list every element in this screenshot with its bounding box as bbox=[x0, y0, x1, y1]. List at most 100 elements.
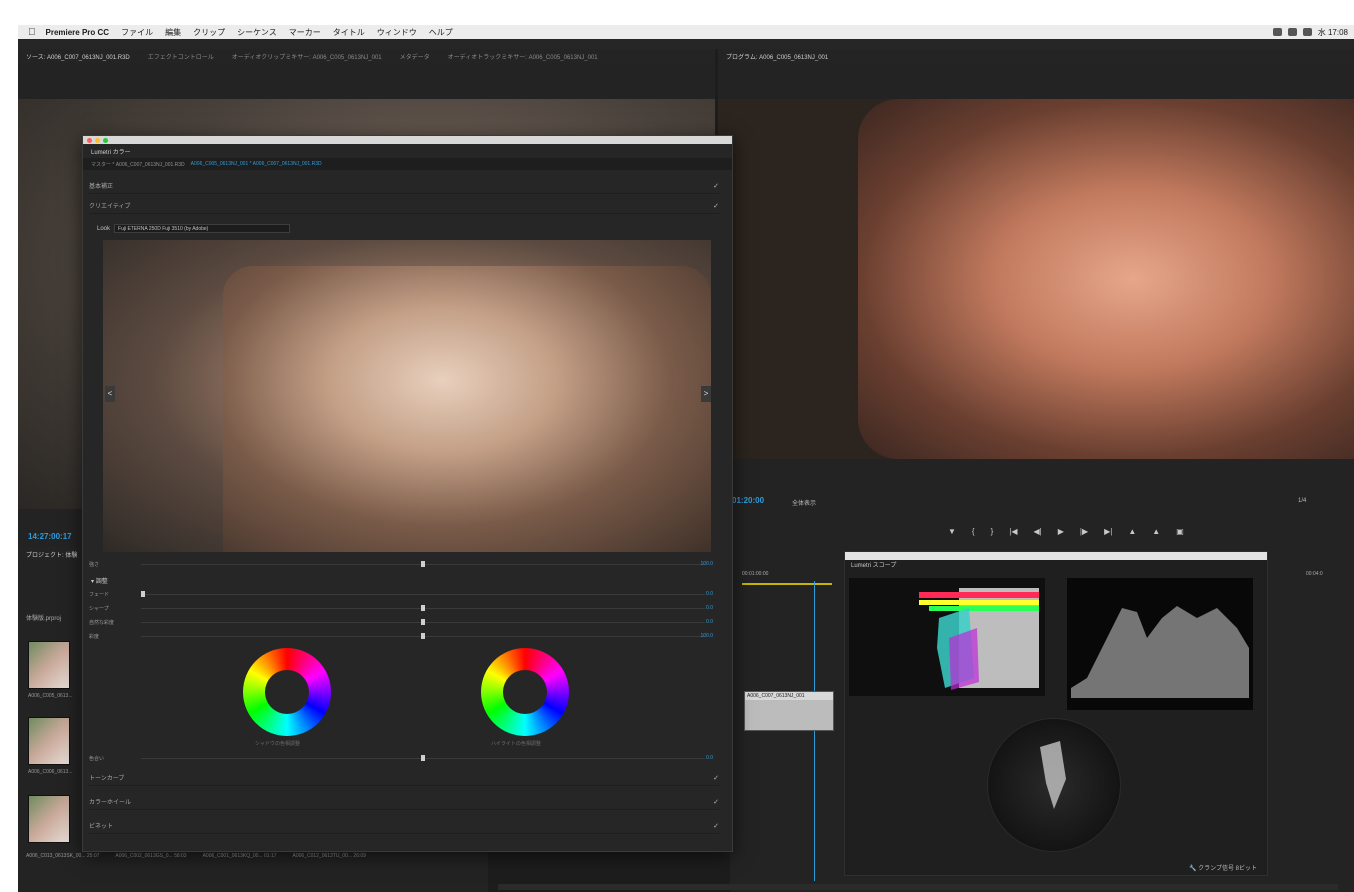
checkmark-icon[interactable]: ✓ bbox=[713, 798, 719, 806]
horizontal-scrollbar[interactable] bbox=[498, 884, 1338, 890]
vectorscope-graphic bbox=[1040, 741, 1066, 809]
bit-depth-select[interactable]: 8ビット bbox=[1236, 866, 1257, 872]
menu-title[interactable]: タイトル bbox=[333, 27, 365, 38]
section-basic-correction[interactable]: 基本補正 ✓ bbox=[89, 178, 719, 194]
slider-knob[interactable] bbox=[421, 605, 425, 611]
project-clip-thumb[interactable] bbox=[28, 641, 70, 689]
slider-value[interactable]: 0.0 bbox=[706, 619, 713, 625]
saturation-slider[interactable]: 彩度 100.0 bbox=[89, 632, 719, 642]
look-dropdown[interactable]: Fuji ETERNA 250D Fuji 3510 (by Adobe) bbox=[114, 224, 291, 233]
program-timecode[interactable]: 01:20:00 bbox=[732, 496, 764, 505]
go-to-out-icon[interactable]: ▶| bbox=[1104, 527, 1112, 536]
highlight-tint-wheel[interactable] bbox=[481, 648, 569, 736]
tab-effect-controls[interactable]: エフェクトコントロール bbox=[148, 52, 214, 61]
tab-project[interactable]: プロジェクト: 体験 bbox=[26, 550, 77, 559]
next-look-button[interactable]: > bbox=[701, 386, 711, 402]
zoom-select[interactable]: 全体表示 bbox=[792, 498, 816, 507]
slider-knob[interactable] bbox=[421, 755, 425, 761]
section-tone-curve[interactable]: トーンカーブ ✓ bbox=[89, 770, 719, 786]
source-timecode[interactable]: 14:27:00:17 bbox=[28, 532, 72, 541]
wifi-icon[interactable] bbox=[1287, 28, 1297, 36]
menu-edit[interactable]: 編集 bbox=[165, 27, 181, 38]
tab-metadata[interactable]: メタデータ bbox=[400, 52, 430, 61]
step-forward-icon[interactable]: |▶ bbox=[1080, 527, 1088, 536]
apple-icon[interactable]:  bbox=[28, 27, 36, 38]
app-menu[interactable]: Premiere Pro CC bbox=[46, 28, 110, 37]
slider-value[interactable]: 0.0 bbox=[706, 591, 713, 597]
go-to-in-icon[interactable]: |◀ bbox=[1009, 527, 1017, 536]
project-clip-label[interactable]: A006_C001_0613KQ_00... 01:17 bbox=[203, 853, 277, 859]
lumetri-tab[interactable]: Lumetri カラー bbox=[83, 144, 732, 158]
wrench-icon[interactable]: 🔧 bbox=[1189, 866, 1196, 872]
close-icon[interactable] bbox=[87, 137, 92, 143]
tab-audio-clip-mixer[interactable]: オーディオクリップミキサー: A006_C005_0613NJ_001 bbox=[232, 52, 382, 61]
clock[interactable]: 水 17:08 bbox=[1318, 27, 1348, 38]
play-icon[interactable]: ▶ bbox=[1058, 527, 1064, 536]
project-clip-thumb[interactable] bbox=[28, 795, 70, 843]
vibrance-slider[interactable]: 自然な彩度 0.0 bbox=[89, 618, 719, 628]
resolution-select[interactable]: 1/4 bbox=[1298, 498, 1306, 504]
project-clip-row: A006_C013_0613SK_00... 25:07 A006_C002_0… bbox=[26, 853, 366, 859]
battery-icon[interactable] bbox=[1272, 28, 1282, 36]
tint-balance-slider[interactable]: 色合い 0.0 bbox=[89, 754, 719, 764]
previous-look-button[interactable]: < bbox=[105, 386, 115, 402]
mark-out-icon[interactable]: } bbox=[991, 527, 994, 536]
menu-sequence[interactable]: シーケンス bbox=[237, 27, 277, 38]
clamp-signal-toggle[interactable]: クランプ信号 bbox=[1198, 866, 1234, 872]
project-clip-label[interactable]: A006_C013_0613SK_00... 25:07 bbox=[26, 853, 99, 859]
crumb-master[interactable]: マスター * A006_C007_0613NJ_001.R3D bbox=[91, 161, 185, 168]
slider-knob[interactable] bbox=[421, 633, 425, 639]
slider-value[interactable]: 100.0 bbox=[700, 561, 713, 567]
look-row: Look Fuji ETERNA 250D Fuji 3510 (by Adob… bbox=[97, 224, 291, 233]
menu-help[interactable]: ヘルプ bbox=[429, 27, 453, 38]
section-creative[interactable]: クリエイティブ ✓ bbox=[89, 198, 719, 214]
menu-file[interactable]: ファイル bbox=[121, 27, 153, 38]
project-clip-thumb[interactable] bbox=[28, 717, 70, 765]
export-frame-icon[interactable]: ▣ bbox=[1176, 527, 1184, 536]
menu-window[interactable]: ウィンドウ bbox=[377, 27, 417, 38]
project-clip-label[interactable]: A006_C006_0613... bbox=[28, 769, 72, 775]
tab-source[interactable]: ソース: A006_C007_0613NJ_001.R3D bbox=[26, 52, 130, 61]
crumb-current[interactable]: A006_C005_0613NJ_001 * A006_C007_0613NJ_… bbox=[191, 161, 322, 167]
zoom-icon[interactable] bbox=[103, 137, 108, 143]
extract-icon[interactable]: ▲ bbox=[1152, 527, 1160, 536]
scopes-titlebar[interactable] bbox=[845, 552, 1267, 560]
project-clip-label[interactable]: A006_C005_0613... bbox=[28, 693, 72, 699]
project-clip-label[interactable]: A006_C002_0613GS_0... 58:03 bbox=[115, 853, 186, 859]
section-color-wheels[interactable]: カラーホイール ✓ bbox=[89, 794, 719, 810]
tab-program[interactable]: プログラム: A006_C005_0613NJ_001 bbox=[726, 52, 828, 61]
work-area-bar[interactable] bbox=[742, 583, 832, 585]
volume-icon[interactable] bbox=[1302, 28, 1312, 36]
slider-value[interactable]: 0.0 bbox=[706, 605, 713, 611]
clip-name: A006_C007_0613NJ_001 bbox=[745, 692, 833, 700]
playhead[interactable] bbox=[814, 581, 815, 881]
menu-marker[interactable]: マーカー bbox=[289, 27, 321, 38]
minimize-icon[interactable] bbox=[95, 137, 100, 143]
checkmark-icon[interactable]: ✓ bbox=[713, 774, 719, 782]
slider-track[interactable] bbox=[141, 594, 705, 595]
slider-knob[interactable] bbox=[421, 619, 425, 625]
lift-icon[interactable]: ▲ bbox=[1128, 527, 1136, 536]
tab-audio-track-mixer[interactable]: オーディオトラックミキサー: A006_C005_0613NJ_001 bbox=[448, 52, 598, 61]
shadow-tint-label: シャドウの色相調整 bbox=[255, 741, 301, 747]
scopes-title[interactable]: Lumetri スコープ bbox=[845, 560, 1267, 572]
sharpen-slider[interactable]: シャープ 0.0 bbox=[89, 604, 719, 614]
marker-icon[interactable]: ▼ bbox=[948, 527, 956, 536]
slider-knob[interactable] bbox=[421, 561, 425, 567]
slider-value[interactable]: 0.0 bbox=[706, 755, 713, 761]
shadow-tint-wheel[interactable] bbox=[243, 648, 331, 736]
checkmark-icon[interactable]: ✓ bbox=[713, 202, 719, 210]
fade-slider[interactable]: フェード 0.0 bbox=[89, 590, 719, 600]
slider-value[interactable]: 100.0 bbox=[700, 633, 713, 639]
step-back-icon[interactable]: ◀| bbox=[1034, 527, 1042, 536]
timeline-clip[interactable]: A006_C007_0613NJ_001 bbox=[744, 691, 834, 731]
project-clip-label[interactable]: A006_C012_0613TU_00... 26:09 bbox=[293, 853, 366, 859]
checkmark-icon[interactable]: ✓ bbox=[713, 822, 719, 830]
checkmark-icon[interactable]: ✓ bbox=[713, 182, 719, 190]
section-vignette[interactable]: ビネット ✓ bbox=[89, 818, 719, 834]
lumetri-titlebar[interactable] bbox=[83, 136, 732, 144]
mark-in-icon[interactable]: { bbox=[972, 527, 975, 536]
intensity-slider[interactable]: 強さ 100.0 bbox=[89, 560, 719, 570]
slider-knob[interactable] bbox=[141, 591, 145, 597]
menu-clip[interactable]: クリップ bbox=[193, 27, 225, 38]
